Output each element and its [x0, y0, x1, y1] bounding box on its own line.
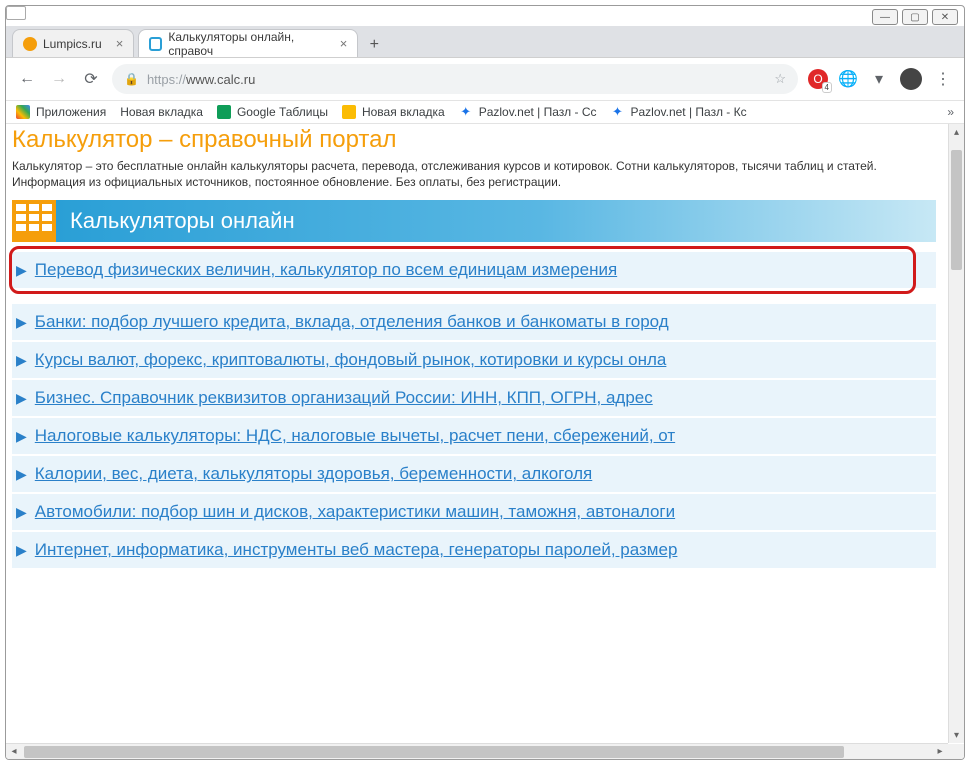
url-host: www.calc.ru [186, 72, 255, 87]
category-item-internet: ▶ Интернет, информатика, инструменты веб… [12, 532, 936, 570]
triangle-right-icon: ▶ [12, 262, 35, 279]
page-title: Калькулятор – справочный портал [12, 124, 936, 158]
category-link[interactable]: Банки: подбор лучшего кредита, вклада, о… [35, 312, 669, 332]
category-link[interactable]: Калории, вес, диета, калькуляторы здоров… [35, 464, 592, 484]
scroll-down-icon[interactable]: ▾ [949, 727, 964, 743]
profile-avatar[interactable] [900, 68, 922, 90]
bookmark-pazlov-2[interactable]: ✦ Pazlov.net | Пазл - Кс [610, 105, 746, 119]
category-item-tax: ▶ Налоговые калькуляторы: НДС, налоговые… [12, 418, 936, 456]
page-content: Калькулятор – справочный портал Калькуля… [6, 124, 948, 743]
bookmarks-bar: Приложения Новая вкладка Google Таблицы … [6, 101, 964, 124]
triangle-right-icon: ▶ [12, 314, 35, 331]
bookmark-label: Новая вкладка [120, 105, 203, 119]
category-item-currency: ▶ Курсы валют, форекс, криптовалюты, фон… [12, 342, 936, 380]
tab-close-icon[interactable]: × [332, 36, 348, 51]
category-link[interactable]: Перевод физических величин, калькулятор … [35, 260, 617, 280]
bookmark-label: Приложения [36, 105, 106, 119]
scroll-corner [948, 744, 964, 759]
bookmark-newtab-2[interactable]: Новая вкладка [342, 105, 445, 119]
new-tab-button[interactable]: + [362, 33, 386, 57]
puzzle-icon: ✦ [459, 105, 473, 119]
grid-icon [12, 200, 56, 242]
window-close-button[interactable]: ✕ [932, 9, 958, 25]
bookmark-label: Pazlov.net | Пазл - Сс [479, 105, 597, 119]
scroll-left-icon[interactable]: ◂ [6, 746, 22, 757]
sheets-icon [217, 105, 231, 119]
category-link[interactable]: Налоговые калькуляторы: НДС, налоговые в… [35, 426, 675, 446]
tab-label: Lumpics.ru [43, 37, 102, 51]
newtab-icon [342, 105, 356, 119]
puzzle-icon: ✦ [610, 105, 624, 119]
bookmark-label: Новая вкладка [362, 105, 445, 119]
bookmark-pazlov-1[interactable]: ✦ Pazlov.net | Пазл - Сс [459, 105, 597, 119]
page-icon [6, 6, 26, 20]
toolbar: ← → ⟳ 🔒 https:// www.calc.ru ☆ O4 🌐 ▾ ⋮ [6, 58, 964, 101]
scroll-track[interactable] [949, 140, 964, 727]
bookmark-google-sheets[interactable]: Google Таблицы [217, 105, 328, 119]
bookmark-star-icon[interactable]: ☆ [774, 71, 786, 87]
category-link[interactable]: Автомобили: подбор шин и дисков, характе… [35, 502, 675, 522]
triangle-right-icon: ▶ [12, 428, 35, 445]
lock-icon: 🔒 [124, 72, 139, 86]
window-maximize-button[interactable]: ▢ [902, 9, 928, 25]
scroll-up-icon[interactable]: ▴ [949, 124, 964, 140]
bookmarks-overflow-icon[interactable]: » [947, 105, 954, 119]
window-controls: — ▢ ✕ [6, 6, 964, 26]
address-bar[interactable]: 🔒 https:// www.calc.ru ☆ [112, 64, 798, 94]
scroll-right-icon[interactable]: ▸ [932, 746, 948, 757]
orange-circle-favicon-icon [23, 37, 37, 51]
triangle-right-icon: ▶ [12, 352, 35, 369]
bookmark-newtab[interactable]: Новая вкладка [120, 105, 203, 119]
scroll-thumb[interactable] [951, 150, 962, 270]
opera-extension-icon[interactable]: O4 [808, 69, 828, 89]
category-item-banks: ▶ Банки: подбор лучшего кредита, вклада,… [12, 304, 936, 342]
chrome-menu-button[interactable]: ⋮ [932, 68, 954, 90]
scroll-track-h[interactable] [22, 744, 932, 759]
browser-window: — ▢ ✕ Lumpics.ru × Калькуляторы онлайн, … [5, 5, 965, 760]
triangle-right-icon: ▶ [12, 504, 35, 521]
triangle-right-icon: ▶ [12, 542, 35, 559]
page-viewport: Калькулятор – справочный портал Калькуля… [6, 124, 964, 759]
globe-extension-icon[interactable]: 🌐 [838, 69, 858, 89]
scroll-thumb-h[interactable] [24, 746, 844, 758]
bookmark-apps[interactable]: Приложения [16, 105, 106, 119]
category-link[interactable]: Курсы валют, форекс, криптовалюты, фондо… [35, 350, 667, 370]
url-scheme: https:// [147, 72, 186, 87]
category-link[interactable]: Бизнес. Справочник реквизитов организаци… [35, 388, 653, 408]
section-header: Калькуляторы онлайн [12, 200, 936, 242]
category-item-health: ▶ Калории, вес, диета, калькуляторы здор… [12, 456, 936, 494]
tab-calc-ru[interactable]: Калькуляторы онлайн, справоч × [138, 29, 358, 57]
section-title: Калькуляторы онлайн [56, 200, 936, 242]
horizontal-scrollbar[interactable]: ◂ ▸ [6, 743, 948, 759]
tab-lumpics[interactable]: Lumpics.ru × [12, 29, 134, 57]
folder-icon[interactable]: ▾ [868, 68, 890, 90]
category-item-business: ▶ Бизнес. Справочник реквизитов организа… [12, 380, 936, 418]
tab-strip: Lumpics.ru × Калькуляторы онлайн, справо… [6, 26, 964, 58]
bookmark-label: Google Таблицы [237, 105, 328, 119]
reload-button[interactable]: ⟳ [80, 68, 102, 90]
category-link[interactable]: Интернет, информатика, инструменты веб м… [35, 540, 678, 560]
extension-badge: 4 [822, 82, 832, 93]
back-button[interactable]: ← [16, 68, 38, 90]
forward-button: → [48, 68, 70, 90]
tab-label: Калькуляторы онлайн, справоч [168, 30, 325, 58]
category-list: ▶ Перевод физических величин, калькулято… [12, 252, 936, 570]
category-item-physics-units: ▶ Перевод физических величин, калькулято… [12, 252, 936, 290]
tab-close-icon[interactable]: × [108, 36, 124, 51]
bookmark-label: Pazlov.net | Пазл - Кс [630, 105, 746, 119]
calc-favicon-icon [149, 37, 162, 51]
category-item-auto: ▶ Автомобили: подбор шин и дисков, харак… [12, 494, 936, 532]
triangle-right-icon: ▶ [12, 390, 35, 407]
triangle-right-icon: ▶ [12, 466, 35, 483]
window-minimize-button[interactable]: — [872, 9, 898, 25]
vertical-scrollbar[interactable]: ▴ ▾ [948, 124, 964, 743]
page-description: Калькулятор – это бесплатные онлайн каль… [12, 158, 936, 200]
apps-grid-icon [16, 105, 30, 119]
